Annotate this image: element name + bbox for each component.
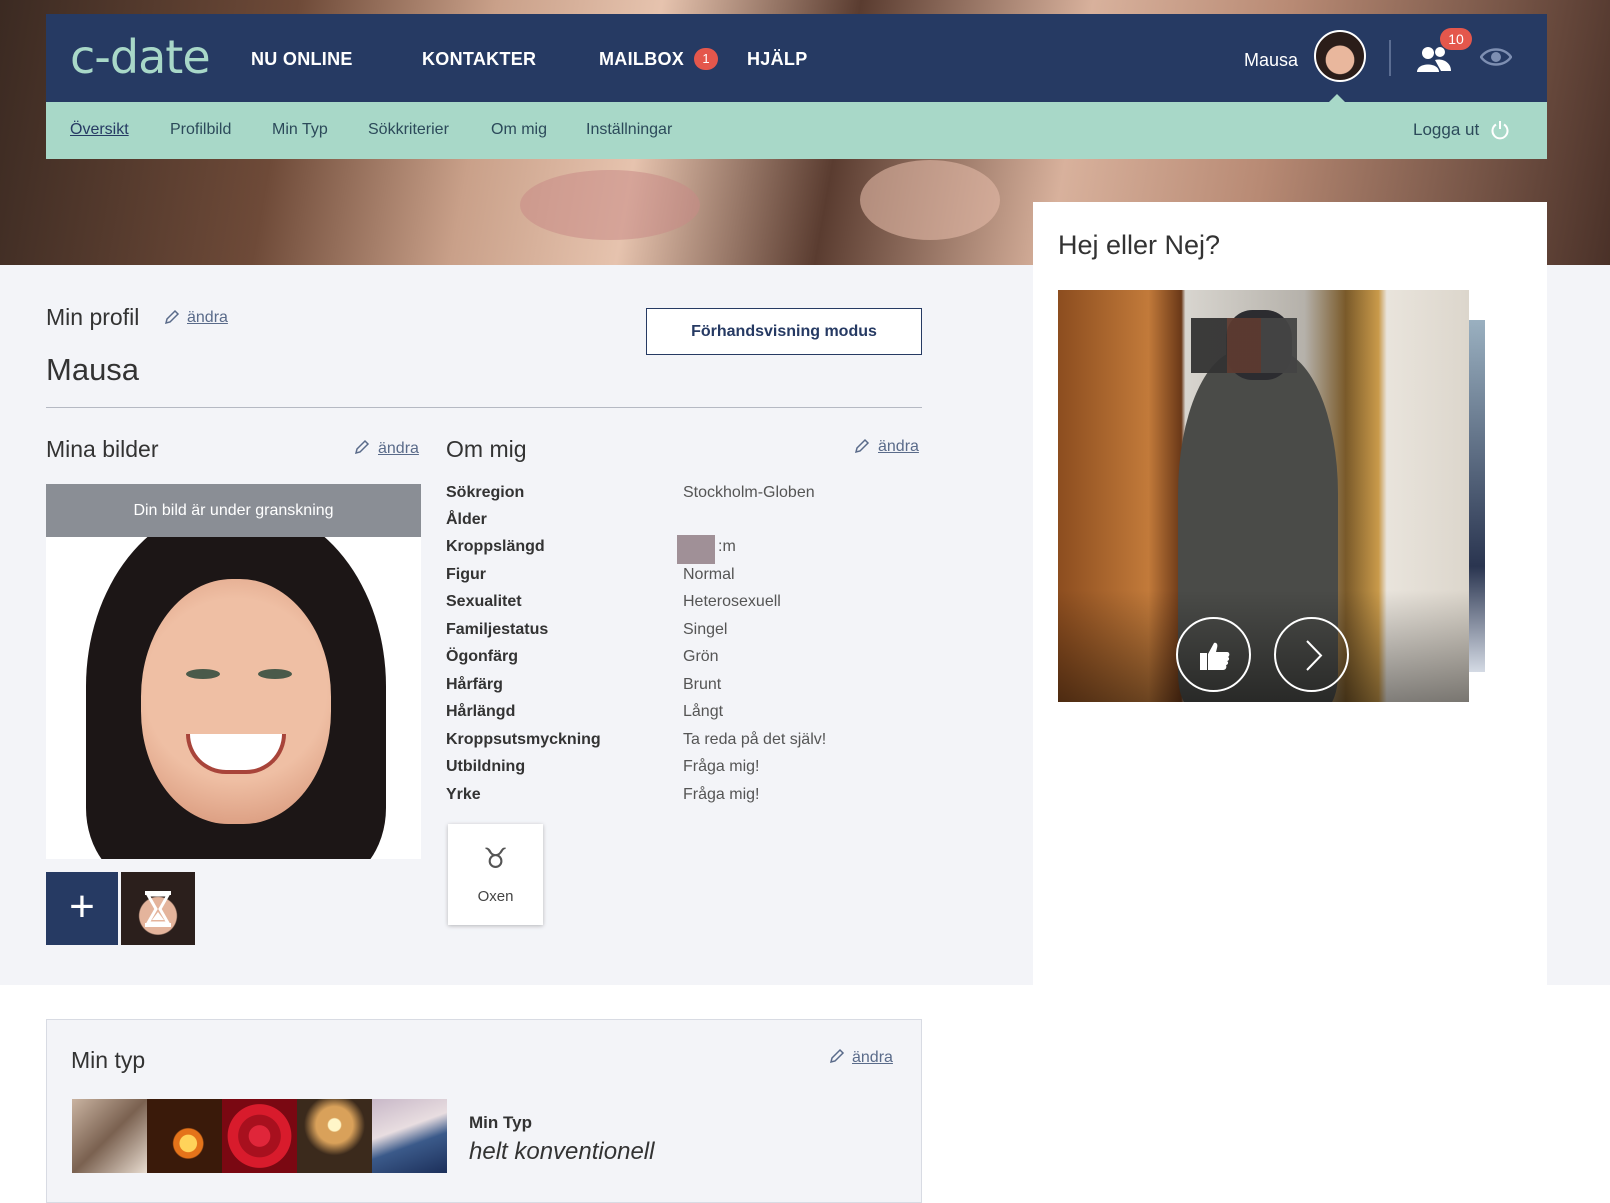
- tab-oversikt[interactable]: Översikt: [70, 121, 129, 139]
- profile-name: Mausa: [46, 352, 140, 387]
- pencil-icon[interactable]: [829, 1048, 845, 1064]
- min-typ-section: Min typ ändra Min Typ helt konventionell: [46, 1019, 922, 1203]
- like-button[interactable]: [1176, 617, 1251, 692]
- match-profile-card[interactable]: [1058, 290, 1469, 702]
- attr-label: Kroppsutsmyckning: [446, 731, 601, 748]
- attr-value: :m: [718, 538, 736, 555]
- min-typ-edit-link[interactable]: ändra: [852, 1049, 893, 1067]
- pencil-icon[interactable]: [854, 438, 870, 454]
- profile-title: Min profil: [46, 304, 140, 330]
- nav-divider: [1389, 40, 1391, 76]
- sub-navigation: Översikt Profilbild Min Typ Sökkriterier…: [46, 102, 1547, 159]
- min-typ-label: Min Typ: [469, 1113, 532, 1132]
- attr-value: Normal: [683, 566, 735, 583]
- card-shade: [1058, 590, 1469, 702]
- tab-installningar[interactable]: Inställningar: [586, 121, 672, 139]
- add-photo-button[interactable]: +: [46, 872, 118, 945]
- hero-image-detail: [860, 160, 1000, 240]
- pencil-icon[interactable]: [164, 309, 180, 325]
- tab-profilbild[interactable]: Profilbild: [170, 121, 231, 139]
- type-image-rose: [222, 1099, 297, 1173]
- taurus-icon: ♉: [482, 843, 509, 874]
- contacts-badge: 10: [1440, 28, 1472, 50]
- nav-hjalp[interactable]: HJÄLP: [747, 49, 808, 70]
- eye-icon[interactable]: [1480, 46, 1512, 68]
- min-typ-title: Min typ: [71, 1047, 146, 1073]
- attr-label: Sökregion: [446, 484, 525, 501]
- preview-mode-button[interactable]: Förhandsvisning modus: [646, 308, 922, 355]
- redacted-value: [677, 535, 715, 564]
- type-image-candles: [147, 1099, 222, 1173]
- nav-mailbox[interactable]: MAILBOX: [599, 49, 684, 70]
- nav-kontakter[interactable]: KONTAKTER: [422, 49, 536, 70]
- mailbox-badge: 1: [694, 48, 718, 70]
- thumbs-up-icon: [1200, 642, 1230, 670]
- attr-label: Hårlängd: [446, 703, 516, 720]
- attr-value: Fråga mig!: [683, 786, 760, 803]
- attr-label: Ögonfärg: [446, 648, 518, 665]
- zodiac-card[interactable]: ♉ Oxen: [448, 824, 543, 925]
- power-icon[interactable]: [1490, 120, 1510, 140]
- attr-label: Hårfärg: [446, 676, 503, 693]
- profile-edit-link[interactable]: ändra: [187, 309, 228, 327]
- user-name[interactable]: Mausa: [1244, 50, 1298, 71]
- divider: [46, 407, 922, 408]
- type-image-body: [72, 1099, 147, 1173]
- attr-label: Figur: [446, 566, 486, 583]
- hej-eller-nej-panel: Hej eller Nej?: [1033, 202, 1547, 985]
- avatar[interactable]: [1314, 30, 1366, 82]
- photo-face: [141, 579, 331, 824]
- about-edit-link[interactable]: ändra: [878, 438, 919, 456]
- type-image-couple: [297, 1099, 372, 1173]
- photo-eye: [258, 669, 292, 679]
- attr-label: Sexualitet: [446, 593, 522, 610]
- tab-om-mig[interactable]: Om mig: [491, 121, 547, 139]
- attr-value: Heterosexuell: [683, 593, 781, 610]
- attr-label: Yrke: [446, 786, 481, 803]
- min-typ-value: helt konventionell: [469, 1138, 655, 1165]
- attr-value: Stockholm-Globen: [683, 484, 815, 501]
- profile-photo[interactable]: Din bild är under granskning: [46, 484, 421, 859]
- nav-nu-online[interactable]: NU ONLINE: [251, 49, 353, 70]
- attr-value: Singel: [683, 621, 728, 638]
- top-navigation: c-date NU ONLINE KONTAKTER MAILBOX 1 HJÄ…: [46, 14, 1547, 103]
- hero-image-detail: [520, 170, 700, 240]
- type-image-fabric: [372, 1099, 447, 1173]
- attr-value: Brunt: [683, 676, 722, 693]
- attr-label: Ålder: [446, 511, 487, 528]
- next-button[interactable]: [1274, 617, 1349, 692]
- attr-value: Långt: [683, 703, 724, 720]
- attr-value: Grön: [683, 648, 719, 665]
- pixelated-face: [1191, 318, 1297, 373]
- tab-min-typ[interactable]: Min Typ: [272, 121, 328, 139]
- logout-button[interactable]: Logga ut: [1413, 120, 1479, 140]
- pencil-icon[interactable]: [354, 439, 370, 455]
- attr-value: Fråga mig!: [683, 758, 760, 775]
- about-title: Om mig: [446, 436, 527, 462]
- photo-eye: [186, 669, 220, 679]
- photos-title: Mina bilder: [46, 436, 159, 462]
- logo[interactable]: c-date: [70, 30, 211, 84]
- attr-label: Kroppslängd: [446, 538, 545, 555]
- hourglass-icon: [145, 891, 171, 927]
- chevron-right-icon: [1306, 640, 1323, 671]
- photos-edit-link[interactable]: ändra: [378, 440, 419, 458]
- hej-title: Hej eller Nej?: [1058, 230, 1221, 260]
- zodiac-label: Oxen: [477, 888, 514, 905]
- attr-label: Utbildning: [446, 758, 526, 775]
- review-banner: Din bild är under granskning: [46, 484, 421, 537]
- tab-sokkriterier[interactable]: Sökkriterier: [368, 121, 449, 139]
- attr-label: Familjestatus: [446, 621, 549, 638]
- pending-photo-thumbnail[interactable]: [121, 872, 195, 945]
- attr-value: Ta reda på det själv!: [683, 731, 827, 748]
